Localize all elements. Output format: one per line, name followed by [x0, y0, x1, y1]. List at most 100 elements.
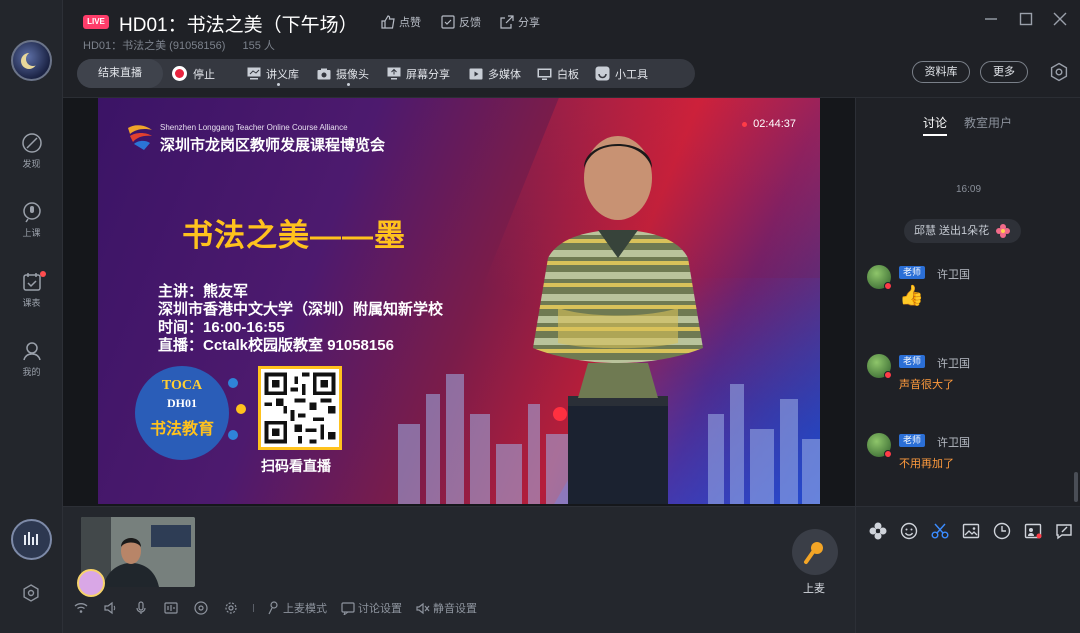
sender-name: 许卫国: [937, 269, 970, 281]
mute-settings-label: 静音设置: [433, 603, 477, 615]
like-label: 点赞: [399, 17, 421, 29]
quick-reply-icon[interactable]: [1054, 521, 1074, 541]
mic-mode-label: 上麦模式: [283, 603, 327, 615]
settings-icon[interactable]: [223, 600, 239, 616]
whiteboard-button[interactable]: 白板: [537, 59, 579, 88]
chat-settings-icon: [341, 601, 355, 615]
sender-avatar[interactable]: [867, 265, 892, 290]
camera-button[interactable]: 摄像头: [317, 59, 369, 88]
share-button[interactable]: 分享: [500, 14, 540, 30]
screen-share-label: 屏幕分享: [406, 68, 450, 81]
badge-line-1: TOCA: [161, 378, 203, 393]
toca-badge: TOCA DH01 书法教育: [135, 366, 229, 460]
badge-line-3: 书法教育: [149, 419, 214, 438]
screen-share-button[interactable]: 屏幕分享: [387, 59, 450, 88]
more-button[interactable]: 更多: [980, 61, 1028, 83]
timer-value: 02:44:37: [753, 118, 796, 130]
tab-classroom-users[interactable]: 教室用户: [964, 114, 1012, 136]
student-avatar[interactable]: [77, 569, 105, 597]
mic-icon[interactable]: [133, 600, 149, 616]
live-badge: LIVE: [83, 15, 109, 29]
end-live-button[interactable]: 结束直播: [77, 59, 163, 88]
microphone-icon: [22, 202, 41, 223]
room-info: HD01：书法之美 (91058156) 155 人: [83, 37, 275, 53]
stop-button[interactable]: 停止: [171, 59, 215, 88]
lecture-library-button[interactable]: 讲义库: [247, 59, 299, 88]
chat-timestamp: 16:09: [955, 184, 982, 195]
chat-tabs: 讨论 教室用户: [923, 114, 1012, 136]
close-icon[interactable]: [1052, 11, 1068, 27]
classroom-app: 发现 上课 课表 我的 LIVE HD01：书法之美（下午场） 点赞 反馈 分享…: [0, 0, 1080, 633]
alliance-name-cn: 深圳市龙岗区教师发展课程博览会: [160, 137, 386, 154]
room-name: HD01：书法之美 (91058156): [83, 40, 226, 52]
image-icon[interactable]: [961, 521, 981, 541]
minimize-icon[interactable]: [983, 11, 999, 27]
share-label: 分享: [518, 17, 540, 29]
teacher-badge: 老师: [899, 434, 926, 447]
whiteboard-label: 白板: [557, 68, 579, 81]
sender-avatar[interactable]: [867, 354, 892, 379]
settings-icon[interactable]: [22, 584, 40, 607]
live-timer: 02:44:37: [742, 118, 796, 130]
sidebar-item-schedule[interactable]: 课表: [0, 271, 63, 309]
maximize-icon[interactable]: [1018, 11, 1034, 27]
discussion-settings-button[interactable]: 讨论设置: [341, 600, 402, 616]
camera-label: 摄像头: [336, 68, 369, 81]
sender-name: 许卫国: [937, 358, 970, 370]
chat-panel: 讨论 教室用户 16:09 邱慧 送出1朵花 老师 许卫国 👍 老师 许卫国 声…: [855, 98, 1080, 506]
mic-mode-button[interactable]: 上麦模式: [268, 600, 327, 616]
active-indicator: [277, 83, 280, 86]
bottom-toolbar: 上麦模式 讨论设置 静音设置: [73, 600, 491, 616]
chat-scrollbar[interactable]: [1074, 472, 1078, 502]
tab-discussion[interactable]: 讨论: [923, 114, 948, 136]
speaker-icon[interactable]: [103, 600, 119, 616]
sidebar-item-label: 上课: [22, 228, 41, 238]
stop-label: 停止: [193, 68, 215, 81]
user-icon: [22, 342, 41, 361]
mute-settings-button[interactable]: 静音设置: [416, 600, 477, 616]
equalizer-icon[interactable]: [163, 600, 179, 616]
screenshot-people-icon[interactable]: [1023, 521, 1043, 541]
decor-dot: [228, 378, 238, 388]
slides-icon: [247, 67, 261, 80]
multimedia-button[interactable]: 多媒体: [469, 59, 521, 88]
alliance-name-en: Shenzhen Longgang Teacher Online Course …: [160, 123, 348, 132]
gift-text: 邱慧 送出1朵花: [914, 225, 990, 237]
presentation-stage: Shenzhen Longgang Teacher Online Course …: [63, 98, 855, 506]
join-mic-button[interactable]: [792, 529, 838, 575]
header: LIVE HD01：书法之美（下午场） 点赞 反馈 分享 HD01：书法之美 (…: [63, 0, 1080, 98]
sidebar-item-discover[interactable]: 发现: [0, 132, 63, 170]
teacher-badge: 老师: [899, 266, 926, 279]
user-avatar[interactable]: [11, 40, 52, 81]
tools-button[interactable]: 小工具: [595, 59, 648, 88]
materials-button[interactable]: 资料库: [912, 61, 970, 83]
active-indicator: [347, 83, 350, 86]
flower-icon[interactable]: [868, 521, 888, 541]
live-toolbar: 结束直播 停止 讲义库 摄像头 屏幕分享 多媒体 白板 小工具: [77, 59, 695, 88]
message-text: 👍: [899, 285, 924, 307]
live-audio-button[interactable]: [11, 519, 52, 560]
like-button[interactable]: 点赞: [381, 14, 421, 30]
sidebar-item-class[interactable]: 上课: [0, 201, 63, 239]
sidebar-item-mine[interactable]: 我的: [0, 340, 63, 378]
scissors-icon[interactable]: [930, 521, 950, 541]
sender-avatar[interactable]: [867, 433, 892, 458]
decor-dot: [236, 404, 246, 414]
feedback-button[interactable]: 反馈: [441, 14, 481, 30]
left-sidebar: 发现 上课 课表 我的: [0, 0, 63, 633]
camera-icon: [317, 68, 331, 79]
gift-notification: 邱慧 送出1朵花: [904, 219, 1022, 243]
recording-dot: [742, 121, 748, 127]
teacher-badge: 老师: [899, 355, 926, 368]
thumbs-up-icon: [381, 15, 395, 29]
wifi-icon[interactable]: [73, 600, 89, 616]
message-text: 不用再加了: [899, 458, 954, 470]
settings-icon[interactable]: [1049, 62, 1069, 82]
badge-line-2: DH01: [167, 396, 197, 410]
audio-effect-icon[interactable]: [193, 600, 209, 616]
emoji-icon[interactable]: [899, 521, 919, 541]
join-mic-label: 上麦: [803, 583, 825, 595]
decor-dot: [228, 430, 238, 440]
tools-label: 小工具: [615, 68, 648, 81]
clock-icon[interactable]: [992, 521, 1012, 541]
